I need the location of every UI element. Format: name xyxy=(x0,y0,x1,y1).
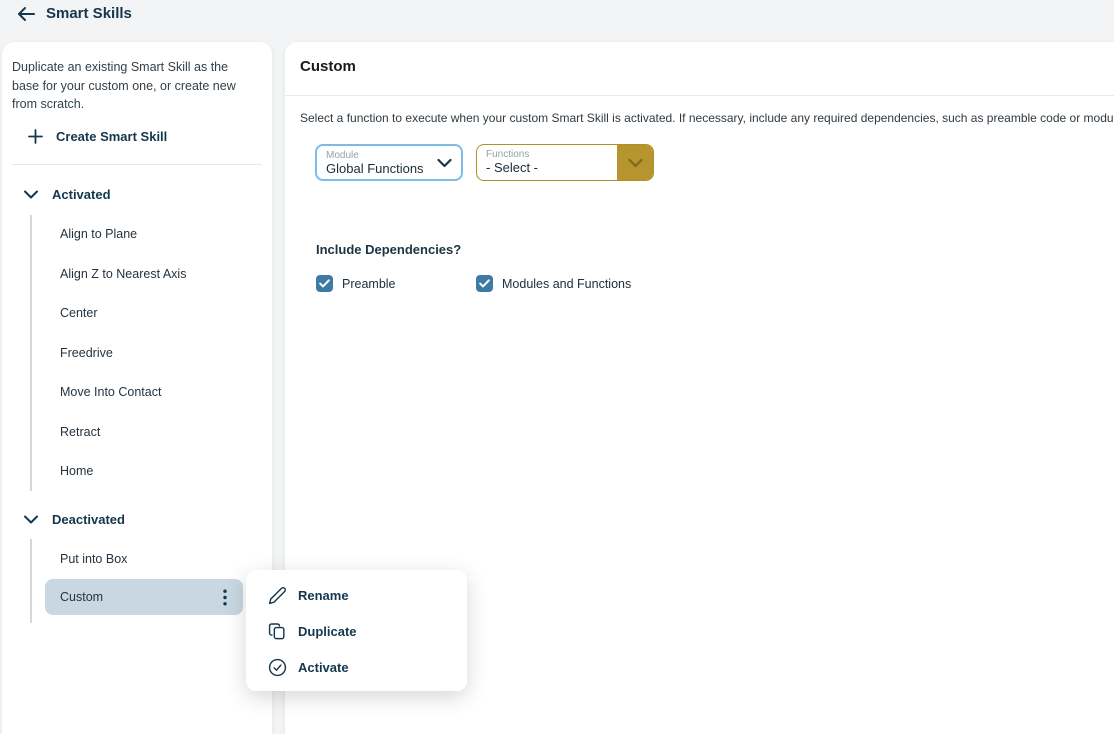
back-button[interactable] xyxy=(14,5,38,23)
check-icon xyxy=(319,279,330,288)
sidebar-description: Duplicate an existing Smart Skill as the… xyxy=(12,58,254,114)
module-select[interactable]: Module Global Functions xyxy=(315,144,463,181)
panel-description: Select a function to execute when your c… xyxy=(300,111,1114,125)
sidebar-item-put-into-box[interactable]: Put into Box xyxy=(60,539,272,579)
modules-functions-checkbox-row: Modules and Functions xyxy=(476,275,631,292)
create-smart-skill-label: Create Smart Skill xyxy=(56,129,167,144)
preamble-checkbox-label: Preamble xyxy=(342,277,396,291)
sidebar-item-align-z-to-nearest-axis[interactable]: Align Z to Nearest Axis xyxy=(60,254,272,294)
sidebar-item-align-to-plane[interactable]: Align to Plane xyxy=(60,215,272,255)
kebab-menu-icon[interactable] xyxy=(223,589,227,606)
sidebar-item-center[interactable]: Center xyxy=(60,294,272,334)
sidebar-item-freedrive[interactable]: Freedrive xyxy=(60,333,272,373)
section-label: Deactivated xyxy=(52,512,125,527)
plus-icon xyxy=(28,129,43,144)
context-menu-item-label: Activate xyxy=(298,660,349,675)
sidebar-item-retract[interactable]: Retract xyxy=(60,412,272,452)
modules-functions-checkbox[interactable] xyxy=(476,275,493,292)
dependencies-heading: Include Dependencies? xyxy=(316,242,461,257)
check-circle-icon xyxy=(268,658,287,677)
context-menu-rename[interactable]: Rename xyxy=(246,577,467,613)
preamble-checkbox[interactable] xyxy=(316,275,333,292)
context-menu-item-label: Duplicate xyxy=(298,624,357,639)
modules-functions-checkbox-label: Modules and Functions xyxy=(502,277,631,291)
page-title: Smart Skills xyxy=(46,5,132,23)
pencil-icon xyxy=(268,586,287,605)
create-smart-skill-button[interactable]: Create Smart Skill xyxy=(28,127,272,147)
chevron-down-icon xyxy=(24,515,38,524)
deactivated-items: Put into Box Custom xyxy=(30,539,272,623)
chevron-down-icon xyxy=(24,190,38,199)
sidebar-divider xyxy=(12,164,262,165)
context-menu-activate[interactable]: Activate xyxy=(246,649,467,685)
arrow-left-icon xyxy=(16,6,36,22)
sidebar: Duplicate an existing Smart Skill as the… xyxy=(2,42,272,734)
sidebar-item-home[interactable]: Home xyxy=(60,452,272,492)
sidebar-item-move-into-contact[interactable]: Move Into Contact xyxy=(60,373,272,413)
panel-title: Custom xyxy=(300,58,356,75)
topbar: Smart Skills xyxy=(0,0,1114,42)
section-header-deactivated[interactable]: Deactivated xyxy=(24,507,272,531)
sidebar-item-label: Custom xyxy=(60,590,103,604)
chevron-down-icon xyxy=(628,158,643,168)
panel-divider xyxy=(285,95,1114,96)
chevron-down-icon xyxy=(437,158,452,168)
activated-items: Align to Plane Align Z to Nearest Axis C… xyxy=(30,215,272,492)
section-header-activated[interactable]: Activated xyxy=(24,183,272,207)
functions-select[interactable]: Functions - Select - xyxy=(476,144,654,181)
context-menu-item-label: Rename xyxy=(298,588,349,603)
preamble-checkbox-row: Preamble xyxy=(316,275,396,292)
functions-select-dropdown-button[interactable] xyxy=(617,144,654,181)
context-menu: Rename Duplicate Activate xyxy=(246,570,467,691)
section-label: Activated xyxy=(52,187,111,202)
sidebar-item-custom[interactable]: Custom xyxy=(45,579,243,615)
check-icon xyxy=(479,279,490,288)
context-menu-duplicate[interactable]: Duplicate xyxy=(246,613,467,649)
duplicate-icon xyxy=(268,622,287,641)
